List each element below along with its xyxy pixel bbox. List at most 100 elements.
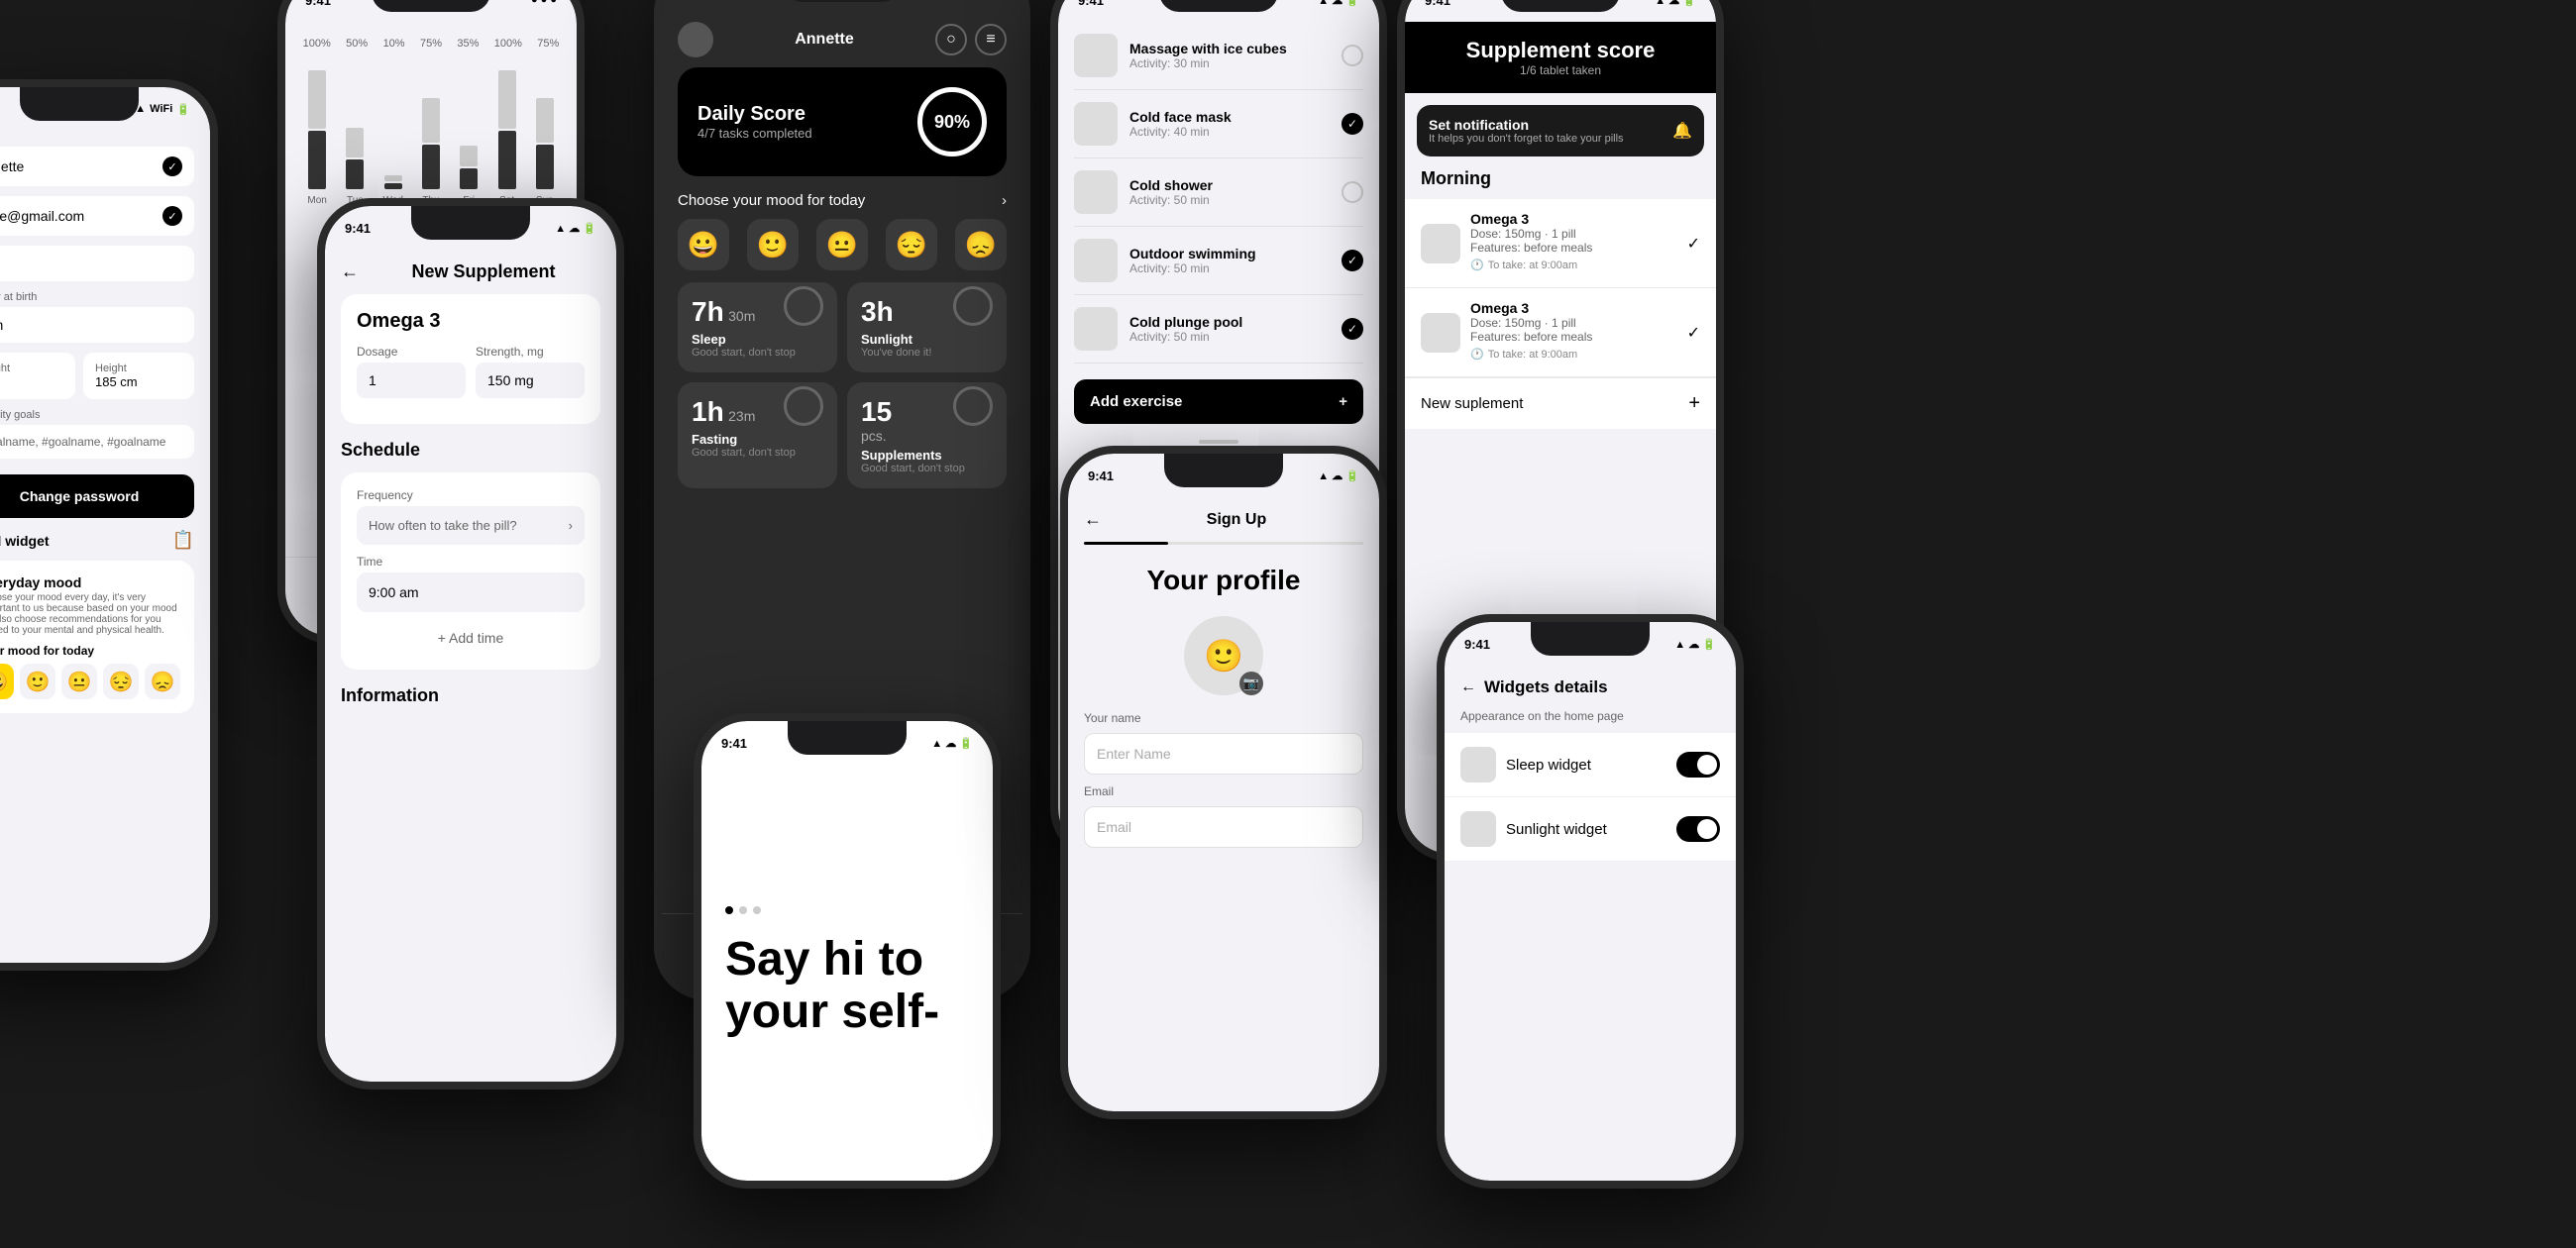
menu-icon[interactable]: ≡ [975, 24, 1007, 55]
supplement-page-title: New Supplement [367, 261, 600, 282]
widgets-back-icon[interactable]: ← [1460, 678, 1476, 696]
widget-thumb-sunlight [1460, 811, 1496, 847]
time-label: Time [357, 555, 585, 569]
name-value: Annette [0, 158, 24, 174]
emoji-sad[interactable]: 😔 [103, 664, 139, 699]
frequency-selector[interactable]: How often to take the pill? › [357, 506, 585, 545]
dosage-input[interactable]: 1 [357, 363, 466, 398]
supplement-form-card: Omega 3 Dosage 1 Strength, mg 150 mg [341, 294, 600, 424]
dot-1 [725, 906, 733, 914]
emoji-neutral[interactable]: 😐 [816, 219, 868, 270]
height-value: 185 cm [95, 374, 182, 389]
weight-field[interactable]: Weight kg [0, 353, 75, 399]
add-exercise-button[interactable]: Add exercise + [1074, 379, 1363, 424]
exercise-thumb-1 [1074, 34, 1118, 77]
sleep-sublabel: Good start, don't stop [692, 347, 823, 359]
pct-4: 75% [420, 38, 442, 50]
widget-item-sunlight: Sunlight widget [1445, 797, 1736, 862]
height-field[interactable]: Height 185 cm [83, 353, 194, 399]
everyday-mood-label: Everyday mood [0, 574, 180, 590]
exercise-time-1: Activity: 30 min [1129, 56, 1330, 70]
add-exercise-plus-icon: + [1339, 393, 1347, 410]
emoji-neutral[interactable]: 😐 [61, 664, 97, 699]
clock-icon: 🕐 [1470, 259, 1484, 271]
goals-row[interactable]: #goalname, #goalname, #goalname [0, 425, 194, 459]
supplement-score-header: Supplement score 1/6 tablet taken [1405, 22, 1716, 93]
weight-label: Weight [0, 363, 63, 374]
exercise-check-3[interactable] [1342, 181, 1363, 203]
notification-sub: It helps you don't forget to take your p… [1429, 133, 1663, 145]
emoji-very-sad[interactable]: 😞 [955, 219, 1007, 270]
sayhi-title: Say hi to your self- [725, 934, 969, 1039]
stats-grid: 7h 30m Sleep Good start, don't stop 3h [662, 282, 1022, 498]
sleep-unit: 30m [728, 308, 755, 324]
exercise-check-2[interactable]: ✓ [1342, 113, 1363, 135]
mood-section-title: Choose your mood for today › [678, 192, 1007, 209]
score-value: 90% [934, 112, 970, 133]
pct-6: 100% [494, 38, 522, 50]
name-field-row[interactable]: Annette ✓ [0, 147, 194, 186]
information-title: Information [341, 685, 600, 706]
supplements-ring [953, 386, 993, 426]
supplement-check-2[interactable]: ✓ [1687, 323, 1700, 343]
time-input[interactable]: 9:00 am [357, 572, 585, 612]
notification-banner: Set notification It helps you don't forg… [1417, 105, 1704, 156]
bell-icon[interactable]: ○ [935, 24, 967, 55]
strength-input[interactable]: 150 mg [476, 363, 585, 398]
emoji-smile[interactable]: 🙂 [20, 664, 55, 699]
emoji-sad[interactable]: 😔 [886, 219, 937, 270]
supplement-check-1[interactable]: ✓ [1687, 234, 1700, 254]
sayhi-content: Say hi to your self- [701, 765, 993, 1181]
supplement-item-features-1: Features: before meals [1470, 241, 1677, 255]
frequency-label: Frequency [357, 488, 585, 502]
back-arrow-icon[interactable]: ← [341, 261, 359, 282]
change-password-button[interactable]: Change password [0, 474, 194, 518]
emoji-very-sad[interactable]: 😞 [145, 664, 180, 699]
email-value: nette@gmail.com [0, 208, 84, 224]
exercise-check-1[interactable] [1342, 45, 1363, 66]
add-time-button[interactable]: + Add time [357, 622, 585, 654]
height-label: Height [95, 363, 182, 374]
supplement-content: ← New Supplement Omega 3 Dosage 1 Streng… [325, 250, 616, 706]
name-input[interactable] [1084, 733, 1363, 775]
dosage-strength-row: Dosage 1 Strength, mg 150 mg [357, 345, 585, 398]
notification-text: Set notification It helps you don't forg… [1429, 117, 1663, 145]
emoji-happy[interactable]: 😀 [0, 664, 14, 699]
add-exercise-label: Add exercise [1090, 393, 1182, 410]
signup-back-icon[interactable]: ← [1084, 509, 1102, 530]
widget-item-sleep: Sleep widget [1445, 733, 1736, 797]
bar-sun: Sun [529, 70, 561, 206]
dot-2 [739, 906, 747, 914]
emoji-happy[interactable]: 🙂 [747, 219, 799, 270]
email-field-row[interactable]: nette@gmail.com ✓ [0, 196, 194, 236]
dob-row[interactable]: /o [0, 246, 194, 281]
widget-thumb-sleep [1460, 747, 1496, 782]
supplement-score-info-2: Omega 3 Dose: 150mg · 1 pill Features: b… [1470, 300, 1677, 364]
exercise-status-icons: ▲ ☁ 🔋 [1318, 0, 1359, 7]
exercise-check-4[interactable]: ✓ [1342, 250, 1363, 271]
mood-emoji-row: 😀 🙂 😐 😔 😞 [0, 664, 180, 699]
new-supplement-plus-button[interactable]: + [1688, 392, 1700, 415]
pct-7: 75% [537, 38, 559, 50]
gender-row[interactable]: man [0, 307, 194, 343]
mood-widget-section: Mood widget 📋 Everyday mood Choose your … [0, 530, 194, 713]
your-profile-title: Your profile [1084, 565, 1363, 596]
bar-chart: Mon Tue [301, 57, 561, 216]
notch-exercise [1159, 0, 1278, 12]
emoji-very-happy[interactable]: 😀 [678, 219, 729, 270]
exercise-time-5: Activity: 50 min [1129, 330, 1330, 344]
exercise-check-5[interactable]: ✓ [1342, 318, 1363, 340]
mood-section: Choose your mood for today › 😀 🙂 😐 😔 😞 [662, 192, 1022, 282]
supplements-label: Supplements [861, 448, 993, 463]
strength-label: Strength, mg [476, 345, 585, 359]
camera-icon[interactable]: 📷 [1239, 672, 1263, 695]
widgets-time: 9:41 [1464, 637, 1490, 652]
morning-label: Morning [1405, 168, 1716, 189]
email-input[interactable] [1084, 806, 1363, 848]
exercise-info-4: Outdoor swimming Activity: 50 min [1129, 246, 1330, 275]
bar-mon: Mon [301, 70, 333, 206]
widgets-subtitle: Appearance on the home page [1445, 709, 1736, 733]
sleep-widget-toggle[interactable] [1676, 752, 1720, 778]
sunlight-widget-toggle[interactable] [1676, 816, 1720, 842]
bell-icon-2[interactable]: 🔔 [1672, 121, 1692, 141]
